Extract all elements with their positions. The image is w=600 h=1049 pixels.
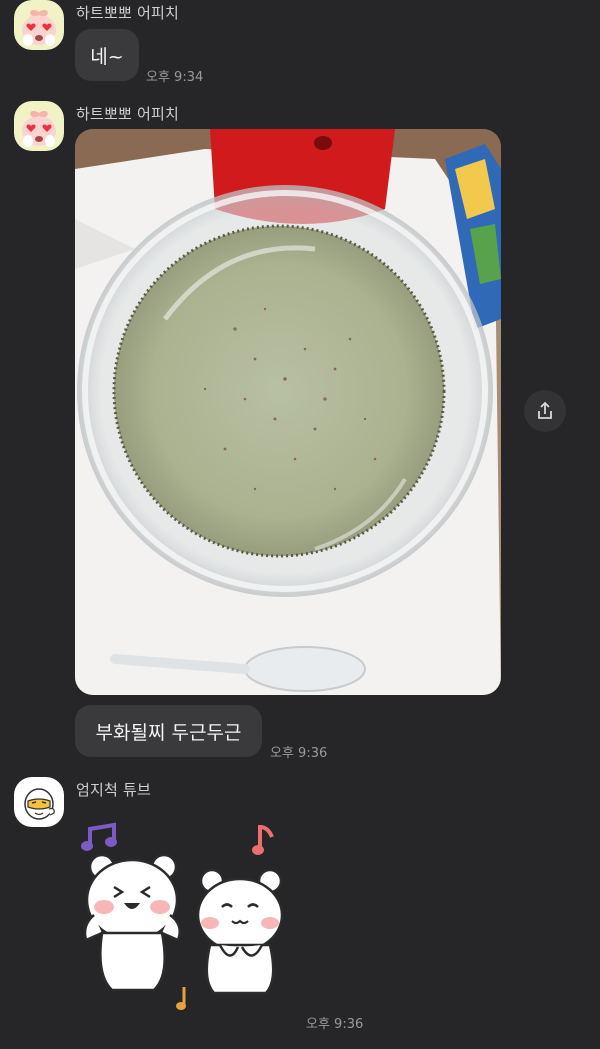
message-timestamp: 오후 9:36 — [306, 1017, 364, 1032]
share-button[interactable] — [524, 390, 566, 432]
dish-photo — [75, 129, 501, 695]
message-bubble[interactable]: 부화될찌 두근두근 — [75, 705, 262, 757]
dancing-bears-sticker — [81, 822, 284, 1010]
apeach-heart-eyes-icon — [14, 101, 64, 151]
apeach-heart-eyes-icon — [14, 0, 64, 50]
message-timestamp: 오후 9:34 — [146, 70, 204, 85]
sender-name: 하트뽀뽀 어피치 — [76, 105, 179, 123]
sender-name: 엄지척 튜브 — [76, 781, 151, 799]
message-bubble[interactable]: 네~ — [75, 29, 139, 81]
tube-thumbs-up-icon — [14, 777, 64, 827]
sticker[interactable] — [72, 815, 292, 1015]
photo-attachment[interactable] — [75, 129, 501, 695]
sender-avatar[interactable] — [14, 0, 64, 50]
sender-avatar[interactable] — [14, 777, 64, 827]
message-timestamp: 오후 9:36 — [270, 746, 328, 761]
music-note-icon — [81, 822, 117, 851]
sender-name: 하트뽀뽀 어피치 — [76, 4, 179, 22]
sender-avatar[interactable] — [14, 101, 64, 151]
share-icon — [538, 401, 552, 419]
